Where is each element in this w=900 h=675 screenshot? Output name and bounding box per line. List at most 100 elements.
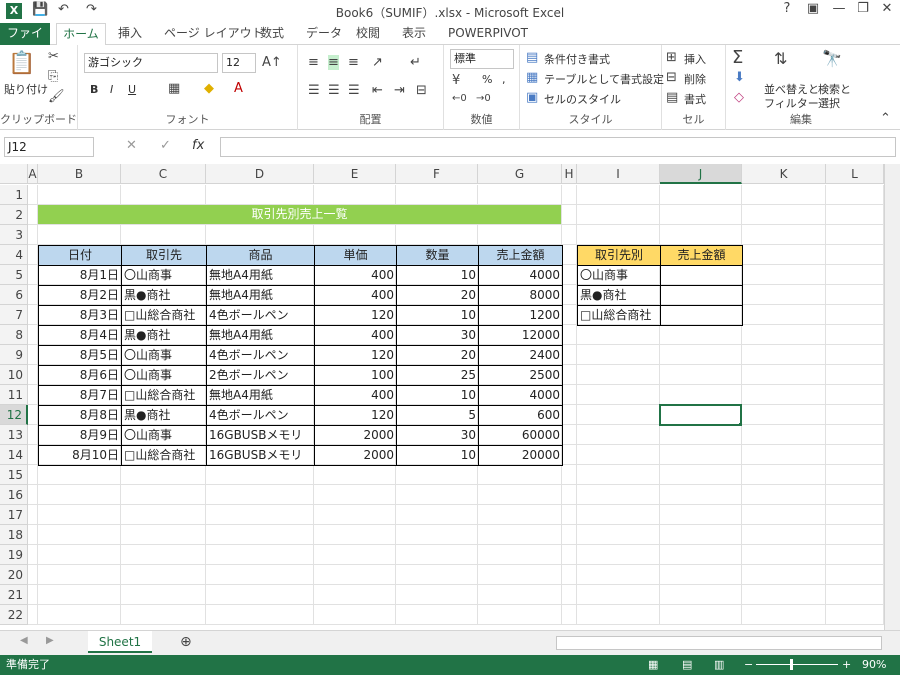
grid-cell[interactable]	[396, 545, 478, 565]
grid-cell[interactable]	[826, 585, 884, 605]
grid-cell[interactable]	[660, 225, 742, 245]
fill-color-icon[interactable]: ◆	[204, 81, 214, 96]
table-cell[interactable]: 〇山商事	[121, 345, 207, 366]
borders-icon[interactable]: ▦	[168, 81, 180, 96]
row-header-20[interactable]: 20	[0, 565, 28, 585]
summary-client-cell[interactable]: 〇山商事	[577, 265, 661, 286]
grid-cell[interactable]	[121, 225, 206, 245]
table-cell[interactable]: 25	[396, 365, 479, 386]
copy-icon[interactable]: ⎘	[48, 69, 58, 84]
table-cell[interactable]: 20000	[478, 445, 563, 466]
increase-decimal-icon[interactable]: ←0	[452, 93, 467, 104]
row-header-1[interactable]: 1	[0, 185, 28, 205]
grid-cell[interactable]	[38, 525, 121, 545]
grid-cell[interactable]	[742, 345, 826, 365]
currency-icon[interactable]: ¥	[452, 73, 460, 88]
grid-cell[interactable]	[38, 465, 121, 485]
grid-cell[interactable]	[28, 485, 38, 505]
tab-data[interactable]: データ	[304, 23, 344, 45]
grid-cell[interactable]	[121, 465, 206, 485]
column-header-C[interactable]: C	[121, 164, 206, 184]
grid-cell[interactable]	[742, 545, 826, 565]
grid-cell[interactable]	[396, 565, 478, 585]
table-cell[interactable]: 400	[314, 285, 397, 306]
table-cell[interactable]: 120	[314, 305, 397, 326]
grid-cell[interactable]	[28, 565, 38, 585]
grid-cell[interactable]	[28, 405, 38, 425]
grid-cell[interactable]	[28, 205, 38, 225]
grid-cell[interactable]	[660, 425, 742, 445]
table-cell[interactable]: 8月9日	[38, 425, 122, 446]
grid-cell[interactable]	[742, 445, 826, 465]
zoom-out-icon[interactable]: −	[744, 655, 753, 675]
formula-input[interactable]	[220, 137, 896, 157]
grid-cell[interactable]	[562, 305, 577, 325]
grow-font-icon[interactable]: A↑	[262, 55, 282, 70]
zoom-slider[interactable]	[756, 664, 838, 665]
table-cell[interactable]: 無地A4用紙	[206, 325, 315, 346]
grid-cell[interactable]	[826, 465, 884, 485]
table-cell[interactable]: □山総合商社	[121, 385, 207, 406]
column-header-F[interactable]: F	[396, 164, 478, 184]
grid-cell[interactable]	[562, 425, 577, 445]
page-break-view-icon[interactable]: ▥	[714, 655, 724, 675]
grid-cell[interactable]	[121, 585, 206, 605]
summary-amount-cell[interactable]	[660, 305, 743, 326]
grid-cell[interactable]	[826, 605, 884, 625]
column-header-H[interactable]: H	[562, 164, 577, 184]
grid-cell[interactable]	[577, 465, 660, 485]
wrap-text-icon[interactable]: ↵	[410, 55, 421, 70]
grid-cell[interactable]	[314, 585, 396, 605]
normal-view-icon[interactable]: ▦	[648, 655, 658, 675]
row-header-14[interactable]: 14	[0, 445, 28, 465]
grid-cell[interactable]	[206, 485, 314, 505]
grid-cell[interactable]	[396, 525, 478, 545]
conditional-format-icon[interactable]: ▤	[526, 50, 538, 65]
column-header-I[interactable]: I	[577, 164, 660, 184]
align-right-icon[interactable]: ☰	[348, 83, 360, 98]
row-header-18[interactable]: 18	[0, 525, 28, 545]
tab-page-layout[interactable]: ページ レイアウト	[162, 23, 266, 45]
insert-cells-icon[interactable]: ⊞	[666, 50, 677, 65]
table-header[interactable]: 商品	[206, 245, 315, 266]
grid-cell[interactable]	[577, 345, 660, 365]
grid-cell[interactable]	[742, 245, 826, 265]
grid-cell[interactable]	[478, 525, 562, 545]
grid-cell[interactable]	[742, 205, 826, 225]
grid-cell[interactable]	[28, 305, 38, 325]
table-cell[interactable]: 10	[396, 385, 479, 406]
grid-cell[interactable]	[742, 565, 826, 585]
table-cell[interactable]: 10	[396, 445, 479, 466]
table-cell[interactable]: 〇山商事	[121, 265, 207, 286]
grid-cell[interactable]	[396, 505, 478, 525]
grid-cell[interactable]	[28, 325, 38, 345]
grid-cell[interactable]	[478, 565, 562, 585]
row-header-10[interactable]: 10	[0, 365, 28, 385]
table-cell[interactable]: 2色ボールペン	[206, 365, 315, 386]
grid-cell[interactable]	[562, 485, 577, 505]
grid-cell[interactable]	[742, 265, 826, 285]
grid-cell[interactable]	[742, 485, 826, 505]
sheet-tab-sheet1[interactable]: Sheet1	[88, 631, 152, 653]
grid-cell[interactable]	[121, 605, 206, 625]
italic-button[interactable]: I	[110, 83, 113, 96]
comma-button[interactable]: ,	[502, 73, 506, 86]
grid-cell[interactable]	[577, 225, 660, 245]
grid-cell[interactable]	[314, 545, 396, 565]
name-box[interactable]: J12	[4, 137, 94, 157]
grid-cell[interactable]	[28, 245, 38, 265]
grid-cell[interactable]	[562, 445, 577, 465]
table-header[interactable]: 売上金額	[478, 245, 563, 266]
table-cell[interactable]: 無地A4用紙	[206, 385, 315, 406]
grid-cell[interactable]	[577, 385, 660, 405]
grid-cell[interactable]	[562, 465, 577, 485]
grid-cell[interactable]	[396, 465, 478, 485]
format-painter-icon[interactable]: 🖌	[48, 89, 65, 104]
grid-cell[interactable]	[28, 385, 38, 405]
grid-cell[interactable]	[742, 405, 826, 425]
grid-cell[interactable]	[38, 485, 121, 505]
zoom-in-icon[interactable]: +	[842, 655, 851, 675]
grid-cell[interactable]	[206, 545, 314, 565]
column-header-K[interactable]: K	[742, 164, 826, 184]
sheet-title[interactable]: 取引先別売上一覧	[38, 205, 562, 225]
